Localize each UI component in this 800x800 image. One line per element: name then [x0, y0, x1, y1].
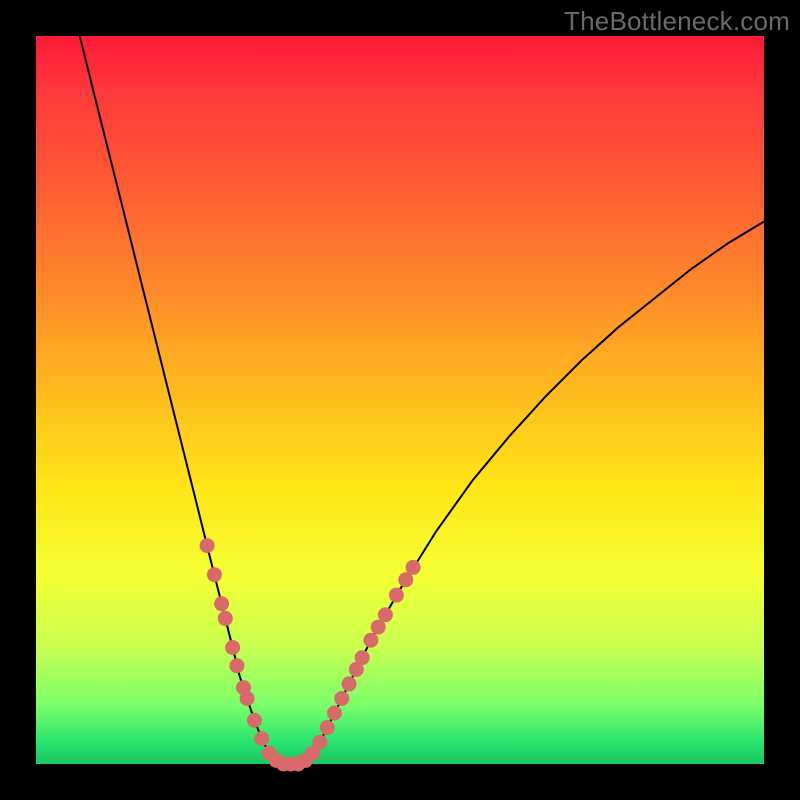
marker-dot	[327, 706, 342, 721]
marker-dot	[363, 633, 378, 648]
marker-dot	[334, 691, 349, 706]
marker-dot	[218, 611, 233, 626]
watermark-text: TheBottleneck.com	[564, 6, 790, 37]
bottleneck-curve	[80, 36, 764, 764]
marker-dot	[247, 713, 262, 728]
chart-frame: TheBottleneck.com	[0, 0, 800, 800]
marker-dot	[389, 588, 404, 603]
marker-dot	[320, 720, 335, 735]
marker-dot	[240, 691, 255, 706]
curve-svg	[36, 36, 764, 764]
marker-dot	[406, 560, 421, 575]
marker-dot	[229, 658, 244, 673]
marker-dot	[225, 640, 240, 655]
marker-dot	[200, 538, 215, 553]
marker-dot	[355, 650, 370, 665]
marker-dot	[207, 567, 222, 582]
marker-dot	[214, 596, 229, 611]
highlight-markers	[200, 538, 421, 771]
marker-dot	[378, 607, 393, 622]
marker-dot	[342, 676, 357, 691]
marker-dot	[254, 731, 269, 746]
marker-dot	[312, 735, 327, 750]
plot-area	[36, 36, 764, 764]
